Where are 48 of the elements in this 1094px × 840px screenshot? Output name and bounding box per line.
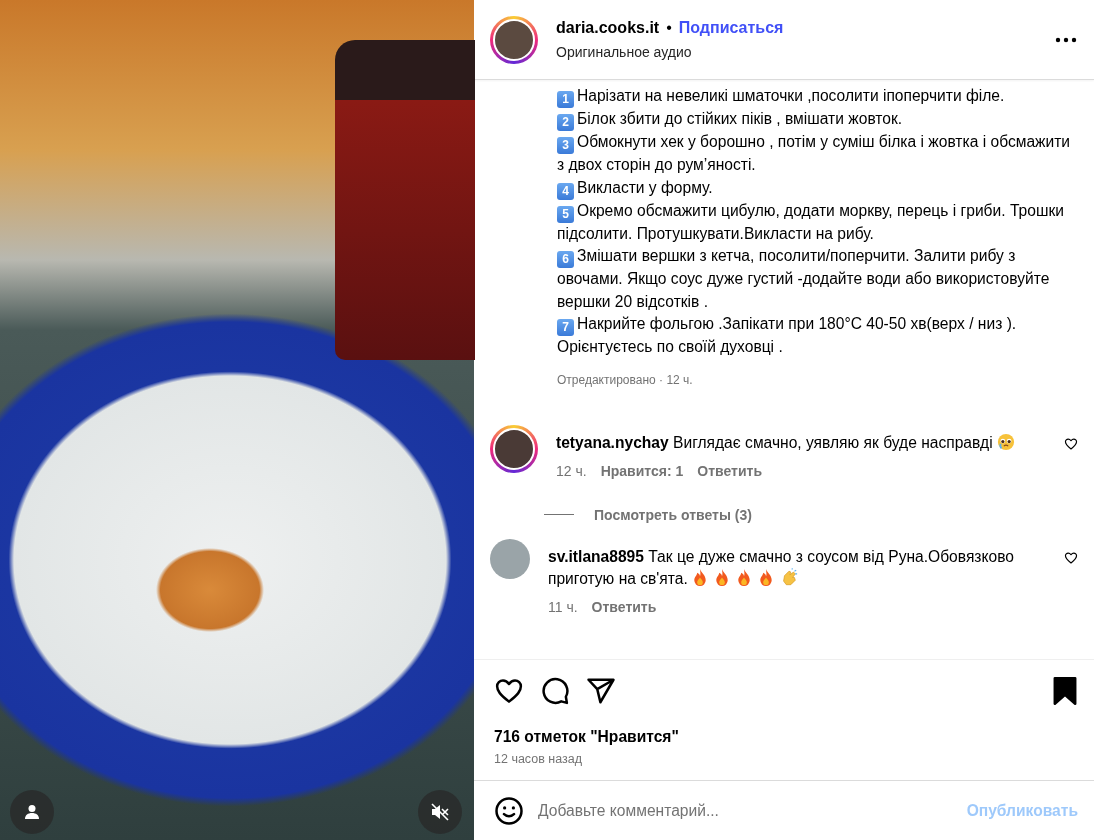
- paper-plane-icon: [586, 676, 616, 706]
- audio-link[interactable]: Оригинальное аудио: [556, 44, 1036, 60]
- likes-count[interactable]: 716 отметок "Нравится": [494, 728, 1078, 746]
- more-options-icon: [1054, 36, 1078, 43]
- bookmark-icon: [1052, 677, 1078, 705]
- like-comment-button[interactable]: [1064, 550, 1078, 565]
- recipe-step: 4 Викласти у форму.: [557, 176, 1076, 200]
- heart-icon: [1064, 550, 1078, 565]
- recipe-step: 3 Обмокнути хек у борошно , потім у суміш білка і жовтка і обсмажити з двох сторін до рум’яності.: [557, 131, 1076, 177]
- reply-link[interactable]: Ответить: [697, 462, 762, 479]
- like-comment-button[interactable]: [1064, 437, 1078, 451]
- comment-button[interactable]: [540, 676, 570, 706]
- emoji-button[interactable]: [494, 795, 524, 826]
- pleading-face-icon: [996, 433, 1015, 451]
- view-replies-link[interactable]: Посмотреть ответы (3): [594, 506, 752, 523]
- separator-dot: •: [666, 19, 672, 37]
- fire-icon: [757, 568, 774, 587]
- comment-time: 11 ч.: [548, 598, 578, 615]
- fire-icon: [691, 568, 708, 587]
- avatar: [493, 428, 535, 470]
- story-ring[interactable]: [490, 425, 538, 473]
- recipe-step: 5 Окремо обсмажити цибулю, додати моркву, перець і гриби. Трошки підсолити. Протушкувати.Викласти на рибу.: [557, 199, 1076, 245]
- save-button[interactable]: [1052, 677, 1078, 705]
- avatar[interactable]: [490, 538, 530, 579]
- username-link[interactable]: daria.cooks.it: [556, 19, 660, 37]
- reply-link[interactable]: Ответить: [591, 598, 657, 615]
- recipe-step: 1 Нарізати на невеликі шматочки ,посолити іпоперчити філе.: [557, 85, 1076, 108]
- likes-count-link[interactable]: Нравится: 1: [600, 462, 684, 479]
- recipe-step: 6 Змішати вершки з кетча, посолити/поперчити. Залити рибу з овочами. Якщо соус дуже густий -додайте води або використовуйте вершки 20 відсотків .: [557, 245, 1076, 313]
- recipe-step: 7 Накрийте фольгою .Запікати при 180°C 40-50 хв(верх / низ ). Орієнтуєтесь по своїй духовці .: [557, 313, 1076, 359]
- share-button[interactable]: [586, 676, 616, 706]
- comment-time: 12 ч.: [556, 462, 587, 479]
- fire-icon: [713, 568, 730, 587]
- fire-icon: [735, 568, 752, 587]
- like-button[interactable]: [494, 676, 524, 706]
- avatar: [493, 18, 535, 61]
- comment-text: sv.itlana8895 Так це дуже смачно з соусом від Руна.Обовязково приготую на св'ята.: [548, 546, 1015, 589]
- story-ring[interactable]: [490, 15, 538, 64]
- edited-label: Отредактировано · 12 ч.: [557, 371, 694, 389]
- recipe-step: 2 Білок збити до стійких піків , вмішати жовток.: [557, 108, 1076, 131]
- smiley-icon: [494, 795, 524, 826]
- post-time: 12 часов назад: [494, 752, 583, 766]
- speech-bubble-icon: [540, 676, 570, 706]
- comment-text: tetyana.nychay Виглядає смачно, уявляю як буде насправді: [556, 432, 1046, 455]
- heart-icon: [1064, 437, 1078, 451]
- person-icon: [24, 804, 40, 820]
- follow-link[interactable]: Подписаться: [678, 19, 784, 37]
- heart-icon: [494, 676, 524, 706]
